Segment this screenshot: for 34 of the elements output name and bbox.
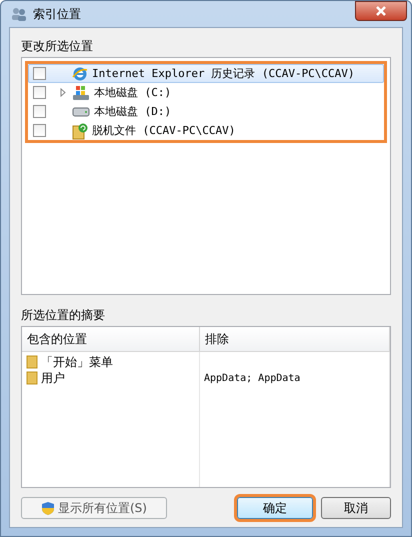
checkbox[interactable]: [33, 124, 46, 137]
checkbox[interactable]: [33, 86, 46, 99]
windows-drive-icon: [72, 84, 90, 100]
drive-icon: [72, 106, 90, 118]
checkbox[interactable]: [33, 67, 46, 80]
expand-icon[interactable]: [60, 88, 66, 97]
show-all-button[interactable]: 显示所有位置(S): [21, 497, 167, 519]
globe-e-icon: [72, 66, 88, 82]
table-cell: 「开始」菜单: [41, 354, 113, 370]
checkbox[interactable]: [33, 105, 46, 118]
group-label: 更改所选位置: [21, 38, 94, 55]
location-row[interactable]: Internet Explorer 历史记录 (CCAV-PC\CCAV): [28, 64, 384, 83]
table-cell: 用户: [41, 370, 65, 386]
cancel-button[interactable]: 取消: [321, 497, 391, 519]
window-title: 索引位置: [33, 6, 82, 22]
table-cell: AppData; AppData: [204, 372, 300, 384]
location-row[interactable]: 本地磁盘 (D:): [28, 102, 384, 121]
location-row[interactable]: 脱机文件 (CCAV-PC\CCAV): [28, 121, 384, 140]
folder-icon: [26, 355, 38, 369]
column-header[interactable]: 排除: [200, 327, 390, 351]
ok-button[interactable]: 确定: [237, 497, 313, 519]
location-label: 脱机文件 (CCAV-PC\CCAV): [92, 123, 236, 138]
people-icon: [11, 7, 27, 21]
location-label: Internet Explorer 历史记录 (CCAV-PC\CCAV): [92, 66, 355, 81]
location-row[interactable]: 本地磁盘 (C:): [28, 83, 384, 102]
group-label: 所选位置的摘要: [21, 307, 106, 324]
folder-icon: [26, 371, 38, 385]
sync-folder-icon: [72, 122, 88, 140]
location-label: 本地磁盘 (C:): [94, 85, 172, 100]
shield-icon: [41, 500, 55, 516]
close-button[interactable]: [355, 1, 407, 21]
location-label: 本地磁盘 (D:): [94, 104, 172, 119]
column-header[interactable]: 包含的位置: [22, 327, 200, 351]
close-icon: [376, 6, 386, 16]
